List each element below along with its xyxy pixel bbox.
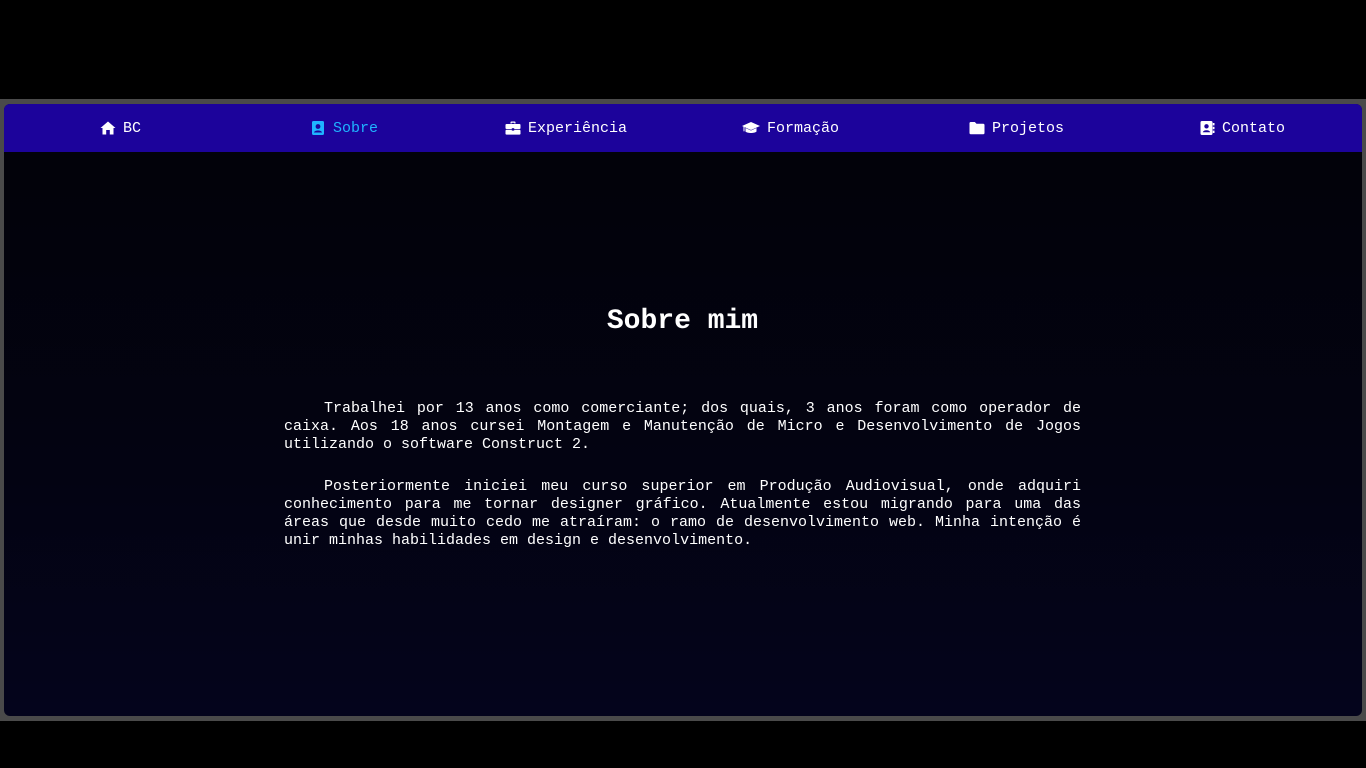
about-section: Sobre mim Trabalhei por 13 anos como com… bbox=[284, 152, 1081, 550]
about-paragraph: Trabalhei por 13 anos como comerciante; … bbox=[284, 400, 1081, 453]
nav-item-label: Experiência bbox=[528, 119, 628, 137]
nav-item-projetos[interactable]: Projetos bbox=[969, 104, 1064, 152]
nav-item-label: BC bbox=[123, 119, 142, 137]
nav-item-label: Sobre bbox=[333, 119, 379, 137]
navbar: BC Sobre Experiência Formação Projetos C… bbox=[4, 104, 1362, 152]
page-title: Sobre mim bbox=[606, 306, 759, 337]
nav-item-label: Formação bbox=[767, 119, 840, 137]
top-black-band bbox=[0, 0, 1366, 99]
nav-item-sobre[interactable]: Sobre bbox=[310, 104, 378, 152]
address-book-icon bbox=[1199, 120, 1215, 136]
nav-item-bc[interactable]: BC bbox=[100, 104, 141, 152]
nav-item-formacao[interactable]: Formação bbox=[742, 104, 839, 152]
nav-item-experiencia[interactable]: Experiência bbox=[505, 104, 627, 152]
nav-item-label: Contato bbox=[1222, 119, 1286, 137]
nav-item-label: Projetos bbox=[992, 119, 1065, 137]
main-panel: BC Sobre Experiência Formação Projetos C… bbox=[4, 104, 1362, 716]
briefcase-icon bbox=[505, 120, 521, 136]
bottom-black-band bbox=[0, 721, 1366, 768]
folder-icon bbox=[969, 120, 985, 136]
nav-item-contato[interactable]: Contato bbox=[1199, 104, 1285, 152]
home-icon bbox=[100, 120, 116, 136]
about-paragraph: Posteriormente iniciei meu curso superio… bbox=[284, 478, 1081, 549]
graduation-cap-icon bbox=[742, 120, 760, 136]
user-badge-icon bbox=[310, 120, 326, 136]
